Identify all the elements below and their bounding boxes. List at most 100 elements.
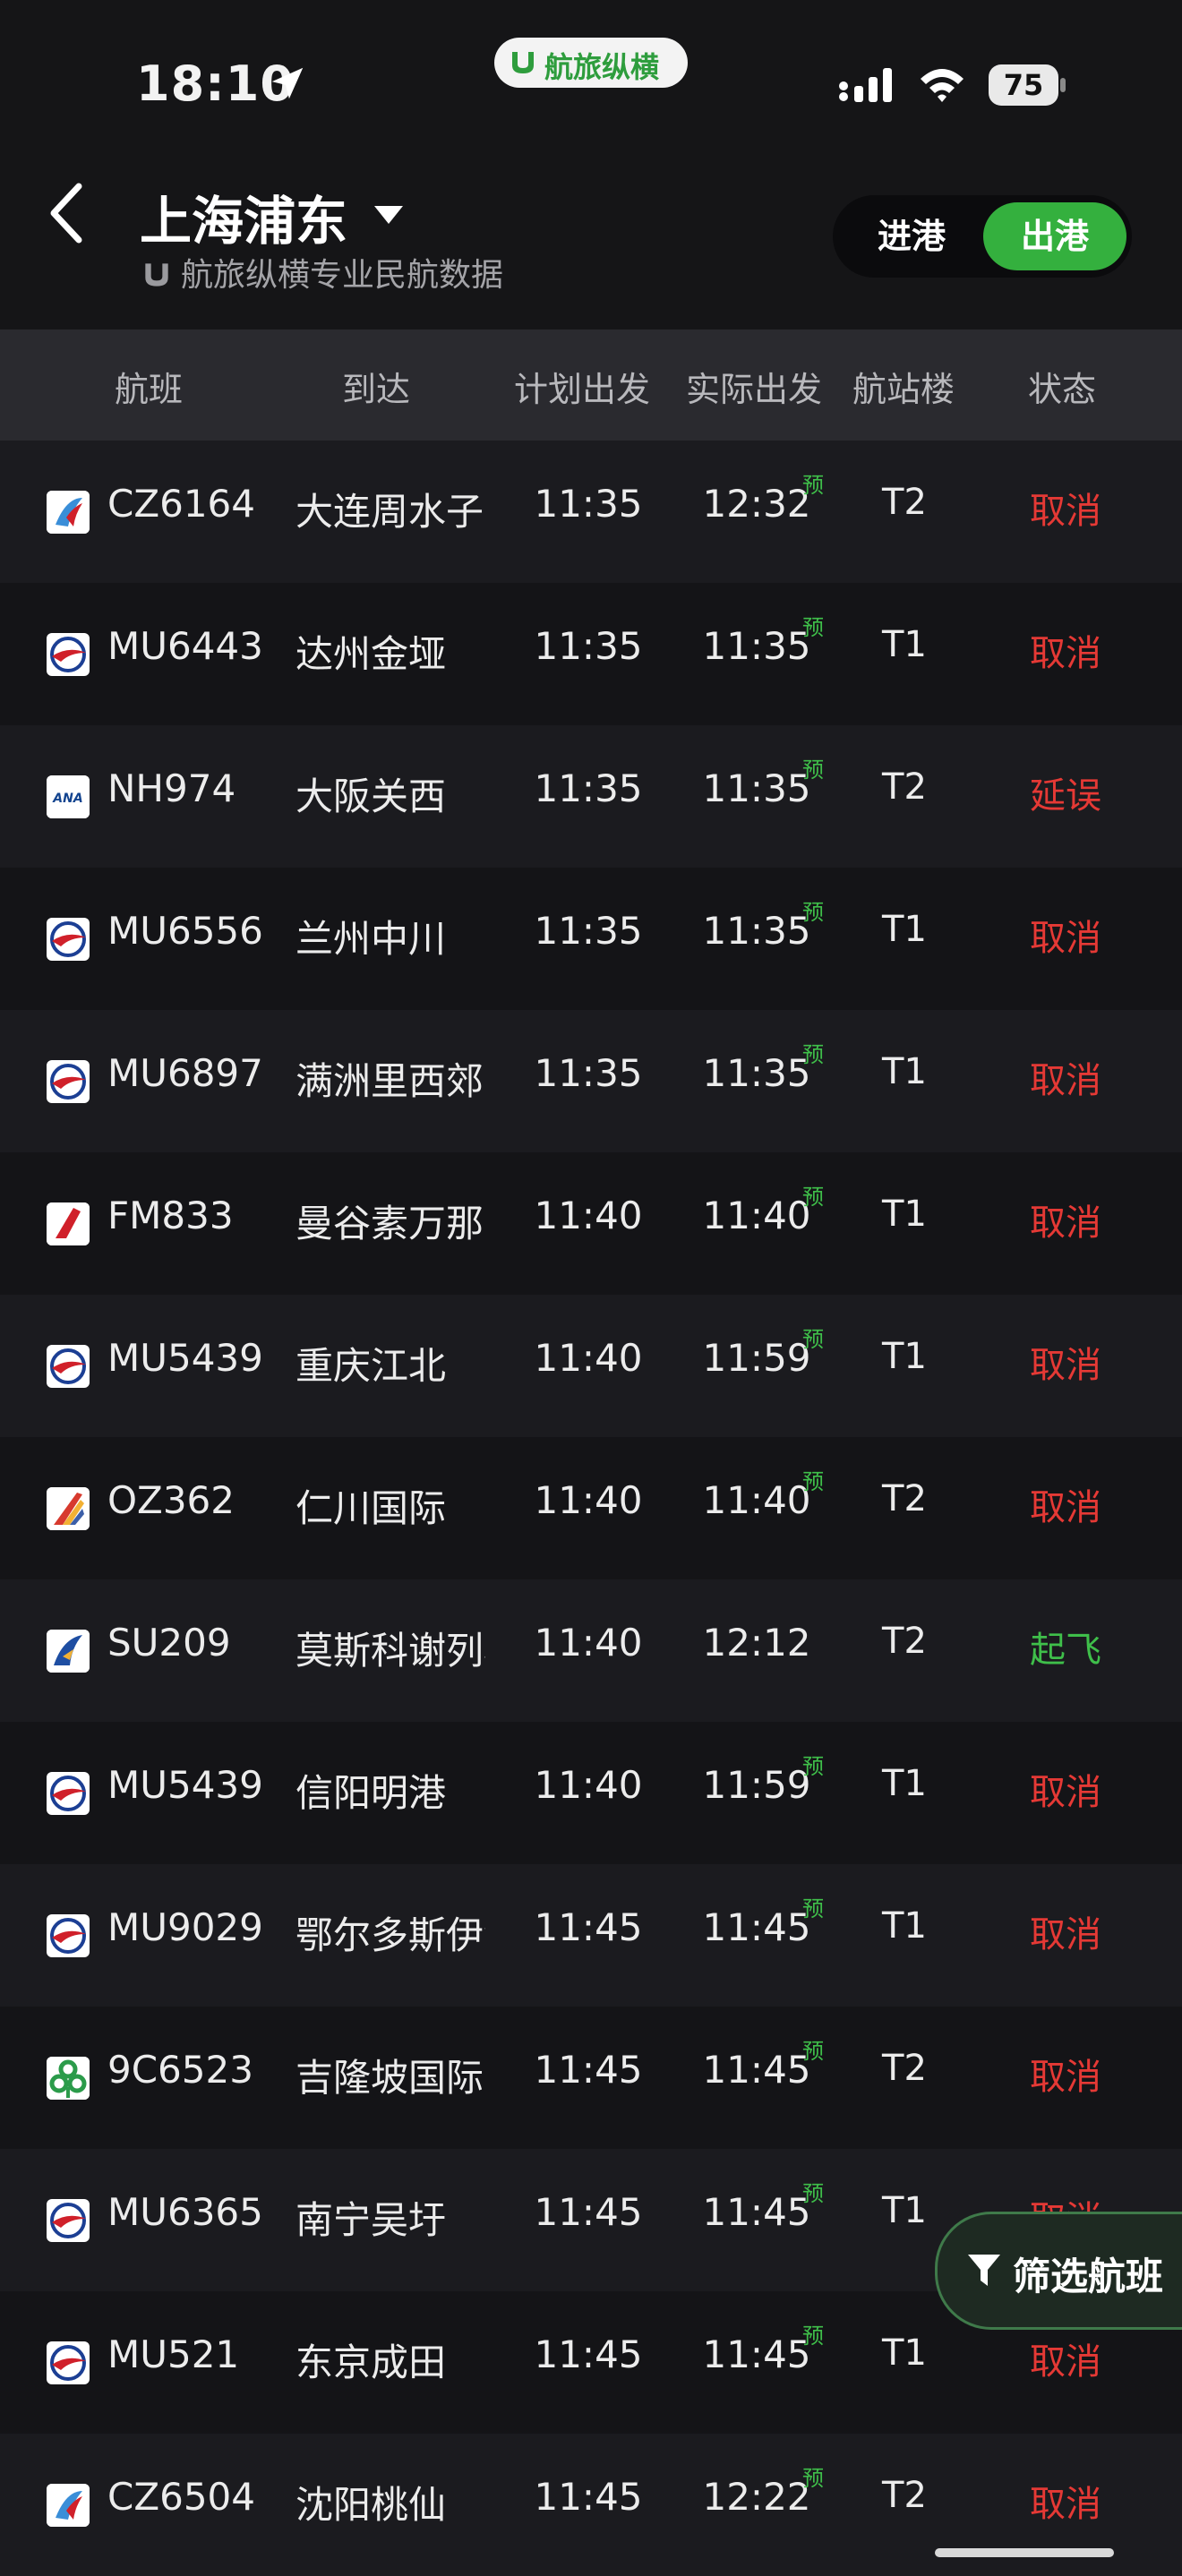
- predicted-mark: 预: [802, 757, 824, 783]
- china-eastern-logo-icon: [47, 1914, 90, 1957]
- terminal: T2: [882, 482, 927, 523]
- status-badge: 取消: [1030, 1772, 1101, 1813]
- flight-destination: 沈阳桃仙: [296, 2483, 447, 2527]
- scheduled-time: 11:40: [534, 1194, 643, 1237]
- col-scheduled: 计划出发: [513, 370, 650, 409]
- flight-number: 9C6523: [107, 2048, 253, 2092]
- dropdown-caret-icon[interactable]: [373, 202, 405, 227]
- terminal: T1: [882, 1763, 927, 1804]
- status-badge: 取消: [1030, 1060, 1101, 1101]
- terminal: T1: [882, 1194, 927, 1235]
- scheduled-time: 11:35: [534, 482, 643, 526]
- location-arrow-icon: [271, 67, 304, 99]
- china-eastern-logo-icon: [47, 1772, 90, 1815]
- flight-row[interactable]: 9C6523 吉隆坡国际 11:45 11:45 预 T2 取消: [0, 2007, 1182, 2149]
- flight-destination: 满洲里西郊: [296, 1059, 484, 1103]
- scheduled-time: 11:45: [534, 2048, 643, 2092]
- flight-row[interactable]: SU209 莫斯科谢列梅 11:40 12:12 T2 起飞: [0, 1579, 1182, 1722]
- scheduled-time: 11:40: [534, 1478, 643, 1522]
- scheduled-time: 11:45: [534, 1905, 643, 1949]
- flight-row[interactable]: MU5439 重庆江北 11:40 11:59 预 T1 取消: [0, 1295, 1182, 1437]
- flight-destination: 东京成田: [296, 2341, 447, 2384]
- flight-destination: 达州金垭: [296, 632, 447, 676]
- china-eastern-logo-icon: [47, 1060, 90, 1103]
- terminal: T1: [882, 909, 927, 950]
- col-actual: 实际出发: [685, 370, 822, 409]
- status-badge: 取消: [1030, 1345, 1101, 1386]
- terminal: T2: [882, 1621, 927, 1662]
- china-eastern-logo-icon: [47, 1345, 90, 1388]
- ana-logo-icon: ANA: [47, 775, 90, 818]
- status-badge: 取消: [1030, 2341, 1101, 2383]
- flight-row[interactable]: MU6897 满洲里西郊 11:35 11:35 预 T1 取消: [0, 1010, 1182, 1152]
- back-arrow-icon[interactable]: [45, 181, 90, 245]
- predicted-mark: 预: [802, 1185, 824, 1210]
- flight-row[interactable]: MU6443 达州金垭 11:35 11:35 预 T1 取消: [0, 583, 1182, 725]
- scheduled-time: 11:40: [534, 1763, 643, 1807]
- status-badge: 取消: [1030, 633, 1101, 674]
- flight-row[interactable]: CZ6164 大连周水子 11:35 12:32 预 T2 取消: [0, 441, 1182, 583]
- header-subtitle: 航旅纵横专业民航数据: [140, 249, 503, 295]
- flight-number: NH974: [107, 766, 236, 810]
- airport-title[interactable]: 上海浦东: [140, 179, 347, 254]
- tab-arrivals[interactable]: 进港: [840, 202, 983, 270]
- brand-mini-icon: [145, 263, 168, 287]
- spring-airlines-logo-icon: [47, 2057, 90, 2100]
- predicted-mark: 预: [802, 1042, 824, 1067]
- aeroflot-logo-icon: [47, 1630, 90, 1673]
- wifi-icon: [921, 69, 964, 102]
- scheduled-time: 11:40: [534, 1336, 643, 1380]
- flight-destination: 仁川国际: [296, 1486, 447, 1530]
- filter-funnel-icon: [968, 2255, 1000, 2286]
- actual-time: 12:12: [702, 1621, 811, 1665]
- flight-row[interactable]: MU6556 兰州中川 11:35 11:35 预 T1 取消: [0, 868, 1182, 1010]
- scheduled-time: 11:45: [534, 2332, 643, 2376]
- terminal: T1: [882, 2332, 927, 2374]
- battery-percent: 75: [1003, 68, 1044, 102]
- flight-row[interactable]: MU5439 信阳明港 11:40 11:59 预 T1 取消: [0, 1722, 1182, 1864]
- flight-destination: 莫斯科谢列梅: [296, 1629, 485, 1673]
- brand-logo-icon: [512, 52, 534, 73]
- predicted-mark: 预: [802, 2466, 824, 2491]
- scheduled-time: 11:35: [534, 624, 643, 668]
- status-badge: 取消: [1030, 2057, 1101, 2098]
- flight-row[interactable]: OZ362 仁川国际 11:40 11:40 预 T2 取消: [0, 1437, 1182, 1579]
- flight-number: CZ6164: [107, 482, 255, 526]
- home-indicator: [935, 2548, 1114, 2557]
- terminal: T2: [882, 766, 927, 808]
- flight-destination: 吉隆坡国际: [296, 2056, 484, 2100]
- flight-row[interactable]: ANA NH974 大阪关西 11:35 11:35 预 T2 延误: [0, 725, 1182, 868]
- filter-flights-button[interactable]: 筛选航班: [935, 2212, 1182, 2330]
- predicted-mark: 预: [802, 1896, 824, 1921]
- flight-row[interactable]: FM833曼谷素万那普11:4011:40预T1取消: [0, 1152, 1182, 1295]
- terminal: T1: [882, 1051, 927, 1092]
- status-badge: 取消: [1030, 491, 1101, 532]
- flight-destination: 信阳明港: [296, 1771, 447, 1815]
- flight-number: MU6897: [107, 1051, 263, 1095]
- flight-number: FM833: [107, 1194, 234, 1237]
- scheduled-time: 11:40: [534, 1621, 643, 1665]
- china-eastern-logo-icon: [47, 918, 90, 961]
- flight-number: CZ6504: [107, 2475, 255, 2519]
- status-badge: 延误: [1030, 775, 1101, 817]
- terminal: T1: [882, 1336, 927, 1377]
- terminal: T1: [882, 2190, 927, 2231]
- flight-number: MU5439: [107, 1336, 263, 1380]
- flight-number: OZ362: [107, 1478, 235, 1522]
- status-badge: 取消: [1030, 918, 1101, 959]
- col-destination: 到达: [341, 370, 410, 409]
- col-flight: 航班: [114, 370, 183, 409]
- brand-pill[interactable]: 航旅纵横: [494, 38, 688, 88]
- asiana-logo-icon: [47, 1487, 90, 1530]
- col-status: 状态: [1027, 370, 1096, 409]
- flight-number: MU9029: [107, 1905, 263, 1949]
- flight-number: MU6443: [107, 624, 263, 668]
- tab-departures[interactable]: 出港: [983, 202, 1126, 270]
- terminal: T2: [882, 2475, 927, 2516]
- flight-row[interactable]: MU9029鄂尔多斯伊金11:4511:45预T1取消: [0, 1864, 1182, 2007]
- terminal: T2: [882, 2048, 927, 2089]
- battery-indicator: 75: [989, 64, 1067, 106]
- china-southern-logo-icon: [47, 2484, 90, 2527]
- arrival-departure-toggle: 进港 出港: [833, 195, 1132, 278]
- predicted-mark: 预: [802, 900, 824, 925]
